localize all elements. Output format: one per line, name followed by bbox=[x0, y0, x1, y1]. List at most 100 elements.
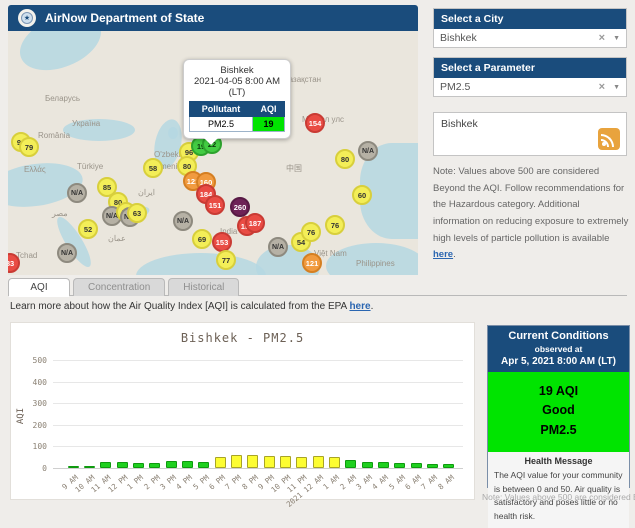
aqi-marker-na[interactable]: N/A bbox=[67, 183, 87, 203]
aqi-marker-na[interactable]: N/A bbox=[57, 243, 77, 263]
aqi-marker-na[interactable]: N/A bbox=[358, 141, 378, 161]
select-parameter-panel: Select a Parameter PM2.5 × ▼ bbox=[433, 57, 627, 97]
aqi-marker-153[interactable]: 153 bbox=[212, 232, 232, 252]
gridline-500 bbox=[53, 360, 463, 361]
city-select[interactable]: Bishkek × ▼ bbox=[434, 29, 626, 47]
tab-historical[interactable]: Historical bbox=[168, 278, 240, 296]
bar-2021-12-am[interactable] bbox=[312, 456, 324, 468]
bar-2-pm[interactable] bbox=[149, 462, 161, 468]
parameter-select-value: PM2.5 bbox=[440, 81, 471, 93]
health-message-block: Health Message The AQI value for your co… bbox=[488, 452, 629, 528]
xtick-label-11: 8 PM bbox=[240, 473, 260, 492]
note-here-link[interactable]: here bbox=[433, 249, 453, 260]
current-conditions-panel: Current Conditions observed at Apr 5, 20… bbox=[487, 325, 630, 528]
rss-icon[interactable] bbox=[598, 128, 620, 150]
aqi-marker-187[interactable]: 187 bbox=[245, 213, 265, 233]
bar-11-am[interactable] bbox=[100, 461, 112, 468]
parameter-caret-icon[interactable]: ▼ bbox=[613, 84, 620, 91]
xtick-label-5: 2 PM bbox=[142, 473, 162, 492]
note-text: Note: Values above 500 are considered Be… bbox=[433, 166, 629, 244]
xtick-label-16: 1 AM bbox=[321, 473, 342, 492]
bar-10-am[interactable] bbox=[84, 466, 95, 468]
parameter-clear-icon[interactable]: × bbox=[599, 81, 605, 93]
bar-8-pm[interactable] bbox=[247, 455, 259, 468]
bar-7-am[interactable] bbox=[427, 463, 438, 468]
aqi-marker-52[interactable]: 52 bbox=[78, 219, 98, 239]
bar-8-am[interactable] bbox=[443, 463, 455, 468]
city-select-value: Bishkek bbox=[440, 32, 477, 44]
popup-aqi-value: 19 bbox=[252, 116, 285, 132]
current-conditions-header: Current Conditions observed at Apr 5, 20… bbox=[488, 326, 629, 372]
aqi-marker-69[interactable]: 69 bbox=[192, 229, 212, 249]
map-place-label: România bbox=[38, 131, 71, 140]
popup-col-aqi: AQI bbox=[252, 101, 285, 117]
water-shape bbox=[11, 31, 110, 82]
app-title: AirNow Department of State bbox=[45, 11, 205, 25]
aqi-marker-80[interactable]: 80 bbox=[335, 149, 355, 169]
bar-1-am[interactable] bbox=[329, 456, 340, 468]
bar-11-pm[interactable] bbox=[296, 456, 308, 468]
city-caret-icon[interactable]: ▼ bbox=[613, 35, 620, 42]
aqi-marker-121[interactable]: 121 bbox=[302, 253, 322, 273]
map-place-label: ایران bbox=[138, 188, 155, 197]
observed-datetime: Apr 5, 2021 8:00 AM (LT) bbox=[500, 356, 617, 367]
epa-here-link[interactable]: here bbox=[349, 301, 370, 312]
map-place-label: Україна bbox=[72, 119, 101, 128]
aqi-marker-151[interactable]: 151 bbox=[205, 195, 225, 215]
aqi-marker-77[interactable]: 77 bbox=[216, 250, 236, 270]
ytick-label-100: 100 bbox=[32, 442, 47, 452]
aqi-marker-58[interactable]: 58 bbox=[143, 158, 163, 178]
bar-9-am[interactable] bbox=[67, 466, 79, 468]
tab-concentration[interactable]: Concentration bbox=[73, 278, 166, 296]
bar-5-pm[interactable] bbox=[198, 461, 210, 468]
aqi-marker-79[interactable]: 79 bbox=[19, 137, 39, 157]
gridline-100 bbox=[53, 446, 463, 448]
tab-aqi[interactable]: AQI bbox=[8, 278, 70, 297]
aqi-marker-76[interactable]: 76 bbox=[325, 215, 345, 235]
bar-3-am[interactable] bbox=[361, 461, 373, 468]
observed-at-label: observed at bbox=[534, 344, 583, 354]
aqi-marker-na[interactable]: N/A bbox=[268, 237, 288, 257]
bar-1-pm[interactable] bbox=[133, 462, 144, 468]
bar-4-am[interactable] bbox=[378, 462, 389, 468]
xtick-label-17: 2 AM bbox=[338, 473, 358, 492]
state-department-seal-icon: ★ bbox=[18, 9, 36, 27]
gridline-400 bbox=[53, 381, 463, 383]
bar-12-pm[interactable] bbox=[116, 462, 128, 468]
aqi-map[interactable]: Беларусь Україна România Ελλάς Türkiye Қазақс… bbox=[8, 31, 418, 275]
map-place-label: مصر bbox=[52, 209, 68, 218]
popup-col-pollutant: Pollutant bbox=[188, 101, 254, 117]
popup-pollutant-value: PM2.5 bbox=[188, 116, 254, 132]
city-clear-icon[interactable]: × bbox=[599, 32, 605, 44]
bar-2-am[interactable] bbox=[345, 459, 357, 468]
parameter-select[interactable]: PM2.5 × ▼ bbox=[434, 78, 626, 96]
aqi-marker-60[interactable]: 60 bbox=[352, 185, 372, 205]
popup-table: Pollutant AQI PM2.5 19 bbox=[188, 101, 285, 132]
map-place-label: Türkiye bbox=[77, 162, 104, 171]
aqi-marker-260[interactable]: 260 bbox=[230, 197, 250, 217]
bar-7-pm[interactable] bbox=[231, 454, 242, 468]
gridline-300 bbox=[53, 403, 463, 405]
xtick-label-20: 5 AM bbox=[387, 473, 407, 492]
bar-9-pm[interactable] bbox=[263, 455, 275, 468]
bar-3-pm[interactable] bbox=[165, 460, 177, 468]
map-popup[interactable]: Bishkek 2021-04-05 8:00 AM (LT) Pollutan… bbox=[183, 59, 291, 145]
aqi-marker-63[interactable]: 63 bbox=[127, 203, 147, 223]
health-message-title: Health Message bbox=[524, 456, 593, 467]
xtick-label-8: 5 PM bbox=[191, 473, 211, 492]
aqi-marker-76[interactable]: 76 bbox=[301, 222, 321, 242]
ytick-label-400: 400 bbox=[32, 377, 47, 387]
aqi-marker-na[interactable]: N/A bbox=[173, 211, 193, 231]
beyond-aqi-note: Note: Values above 500 are considered Be… bbox=[433, 164, 629, 264]
bar-6-pm[interactable] bbox=[214, 456, 226, 468]
bar-5-am[interactable] bbox=[394, 462, 406, 468]
rss-city-label: Bishkek bbox=[441, 118, 478, 130]
bar-10-pm[interactable] bbox=[280, 455, 291, 468]
map-place-label: Беларусь bbox=[45, 94, 80, 103]
tab-bar: AQI Concentration Historical bbox=[8, 278, 240, 297]
bar-6-am[interactable] bbox=[410, 462, 422, 468]
bar-4-pm[interactable] bbox=[182, 460, 193, 468]
xtick-label-7: 4 PM bbox=[174, 473, 195, 492]
map-header: ★ AirNow Department of State bbox=[8, 5, 418, 31]
aqi-marker-154[interactable]: 154 bbox=[305, 113, 325, 133]
